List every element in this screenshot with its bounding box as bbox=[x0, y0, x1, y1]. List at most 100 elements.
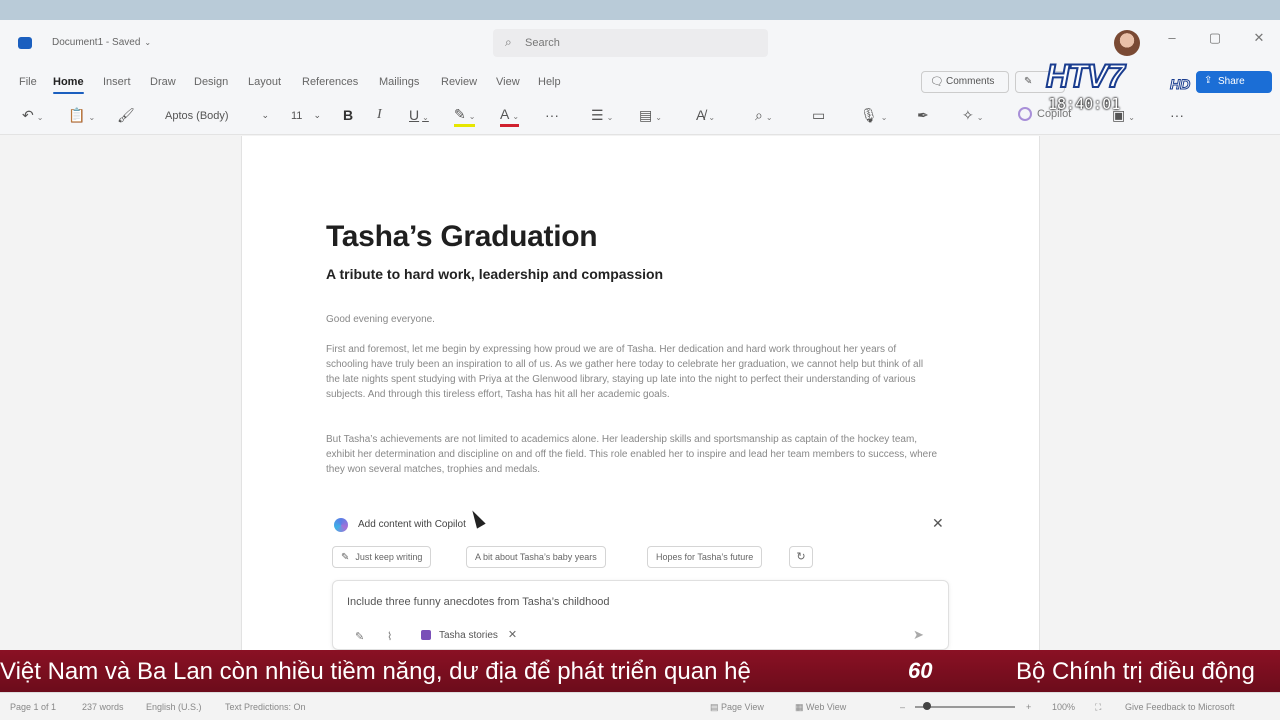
word-count[interactable]: 237 words bbox=[82, 702, 124, 712]
zoom-out-icon[interactable]: – bbox=[900, 702, 905, 712]
document-page[interactable]: Tasha’s Graduation A tribute to hard wor… bbox=[241, 136, 1040, 656]
font-size-value: 11 bbox=[291, 110, 303, 122]
microphone-icon[interactable]: 🎙 ⌄ bbox=[860, 107, 887, 124]
send-icon[interactable]: ➤ bbox=[913, 627, 924, 643]
refresh-icon[interactable]: ↻ bbox=[789, 546, 813, 568]
document-heading: Tasha’s Graduation bbox=[326, 220, 598, 253]
sparkle-pen-icon[interactable]: ✎ bbox=[355, 630, 364, 643]
top-band bbox=[0, 0, 1280, 20]
bullets-icon[interactable]: ☰ ⌄ bbox=[591, 107, 613, 124]
pen-icon: ✎ bbox=[1024, 76, 1033, 87]
chip-label: A bit about Tasha’s baby years bbox=[475, 552, 597, 562]
close-icon[interactable]: ✕ bbox=[508, 629, 517, 641]
document-canvas: Tasha’s Graduation A tribute to hard wor… bbox=[0, 136, 1280, 656]
zoom-in-icon[interactable]: + bbox=[1026, 702, 1031, 712]
ticker-logo: 60 bbox=[908, 658, 933, 683]
chevron-down-icon: ⌄ bbox=[261, 110, 269, 120]
tab-mailings[interactable]: Mailings bbox=[379, 76, 419, 88]
zoom-slider-thumb[interactable] bbox=[923, 702, 931, 710]
file-icon bbox=[421, 630, 431, 641]
font-size-select[interactable]: 11 ⌄ bbox=[283, 105, 327, 127]
prompt-text: Include three funny anecdotes from Tasha… bbox=[347, 596, 610, 608]
more-icon[interactable]: ··· bbox=[545, 107, 559, 123]
tab-design[interactable]: Design bbox=[194, 76, 228, 88]
highlighter-icon[interactable]: ✎ ⌄ bbox=[454, 107, 476, 127]
document-subheading: A tribute to hard work, leadership and c… bbox=[326, 266, 664, 282]
comments-button[interactable]: 🗨 Comments bbox=[921, 71, 1009, 93]
search-icon: ⌕ bbox=[505, 35, 512, 49]
reference-file-chip[interactable]: Tasha stories ✕ bbox=[421, 628, 517, 641]
suggestion-chip-baby-years[interactable]: A bit about Tasha’s baby years bbox=[466, 546, 606, 568]
layout-icon[interactable]: ▭ bbox=[812, 107, 825, 124]
page-count[interactable]: Page 1 of 1 bbox=[10, 702, 56, 712]
news-ticker: Việt Nam và Ba Lan còn nhiều tiềm năng, … bbox=[0, 650, 1280, 692]
broadcast-clock: 18:40:01 bbox=[1048, 95, 1121, 113]
minimize-icon[interactable]: – bbox=[1162, 30, 1182, 45]
search-box[interactable]: ⌕ Search bbox=[493, 29, 768, 57]
font-name-select[interactable]: Aptos (Body) ⌄ bbox=[157, 105, 275, 127]
channel-logo: HTV7 bbox=[1045, 57, 1126, 95]
bold-icon[interactable]: B bbox=[343, 107, 353, 123]
chip-label: Just keep writing bbox=[355, 552, 423, 562]
body-paragraph-1: First and foremost, let me begin by expr… bbox=[326, 344, 924, 400]
status-bar: Page 1 of 1 237 words English (U.S.) Tex… bbox=[0, 692, 1280, 720]
document-title[interactable]: Document1 - Saved ⌄ bbox=[52, 37, 151, 48]
tab-home[interactable]: Home bbox=[53, 76, 84, 94]
tab-help[interactable]: Help bbox=[538, 76, 561, 88]
feedback-link[interactable]: Give Feedback to Microsoft bbox=[1125, 702, 1235, 712]
search-icon[interactable]: ⌕ ⌄ bbox=[755, 107, 773, 124]
restore-icon[interactable]: ▢ bbox=[1205, 30, 1225, 46]
brush-icon[interactable]: 🖌 bbox=[117, 107, 135, 124]
copilot-icon bbox=[1018, 107, 1032, 121]
document-title-label: Document1 - Saved bbox=[52, 37, 141, 48]
undo-icon[interactable]: ↶ ⌄ bbox=[22, 107, 43, 124]
avatar[interactable] bbox=[1114, 30, 1140, 56]
share-icon: ⇪ bbox=[1204, 75, 1213, 86]
close-icon[interactable]: ✕ bbox=[932, 515, 944, 532]
zoom-level[interactable]: 100% bbox=[1052, 702, 1075, 712]
clipboard-icon[interactable]: 📋 ⌄ bbox=[68, 107, 95, 124]
copilot-panel: Add content with Copilot ✕ ✎ Just keep wr… bbox=[328, 508, 953, 650]
italic-icon[interactable]: I bbox=[377, 107, 382, 123]
page-view-label: Page View bbox=[721, 702, 764, 712]
chevron-down-icon: ⌄ bbox=[313, 110, 321, 120]
reference-file-name: Tasha stories bbox=[439, 630, 498, 641]
wand-icon[interactable]: ✧ ⌄ bbox=[962, 107, 983, 124]
more-options-icon[interactable]: ··· bbox=[1170, 107, 1184, 123]
copilot-prompt-input[interactable]: Include three funny anecdotes from Tasha… bbox=[332, 580, 949, 650]
search-placeholder: Search bbox=[525, 37, 560, 49]
body-paragraph-2: But Tasha’s achievements are not limited… bbox=[326, 434, 938, 475]
tab-draw[interactable]: Draw bbox=[150, 76, 176, 88]
tab-review[interactable]: Review bbox=[441, 76, 477, 88]
close-icon[interactable]: ✕ bbox=[1249, 30, 1269, 46]
tab-file[interactable]: File bbox=[19, 76, 37, 88]
underline-icon[interactable]: U ⌄ bbox=[409, 107, 429, 123]
pen-icon[interactable]: ✒ bbox=[917, 107, 929, 124]
font-color-icon[interactable]: A ⌄ bbox=[500, 107, 520, 127]
chevron-down-icon: ⌄ bbox=[144, 38, 152, 47]
page-view-icon: ▤ bbox=[710, 702, 722, 712]
suggestion-chip-keep-writing[interactable]: ✎ Just keep writing bbox=[332, 546, 432, 568]
font-name-value: Aptos (Body) bbox=[165, 110, 229, 122]
tab-view[interactable]: View bbox=[496, 76, 520, 88]
attach-icon[interactable]: ⌇ bbox=[387, 630, 392, 643]
web-view-button[interactable]: ▦ Web View bbox=[795, 702, 846, 713]
pen-icon: ✎ bbox=[341, 552, 350, 563]
tab-references[interactable]: References bbox=[302, 76, 358, 88]
fit-icon[interactable]: ⛶ bbox=[1095, 702, 1101, 713]
page-view-button[interactable]: ▤ Page View bbox=[710, 702, 764, 713]
align-icon[interactable]: ▤ ⌄ bbox=[639, 107, 662, 124]
suggestion-chip-future[interactable]: Hopes for Tasha’s future bbox=[647, 546, 763, 568]
styles-icon[interactable]: A̸ ⌄ bbox=[696, 107, 715, 123]
tab-insert[interactable]: Insert bbox=[103, 76, 131, 88]
tab-layout[interactable]: Layout bbox=[248, 76, 281, 88]
language[interactable]: English (U.S.) bbox=[146, 702, 202, 712]
comment-icon: 🗨 bbox=[930, 76, 944, 88]
copilot-panel-title: Add content with Copilot bbox=[358, 519, 466, 530]
text-predictions[interactable]: Text Predictions: On bbox=[225, 702, 306, 712]
channel-hd-badge: HD bbox=[1169, 76, 1191, 93]
share-button[interactable]: ⇪ Share bbox=[1196, 71, 1272, 93]
ticker-headline-1: Việt Nam và Ba Lan còn nhiều tiềm năng, … bbox=[0, 658, 751, 685]
web-view-icon: ▦ bbox=[795, 702, 807, 712]
word-app-icon bbox=[18, 37, 32, 49]
